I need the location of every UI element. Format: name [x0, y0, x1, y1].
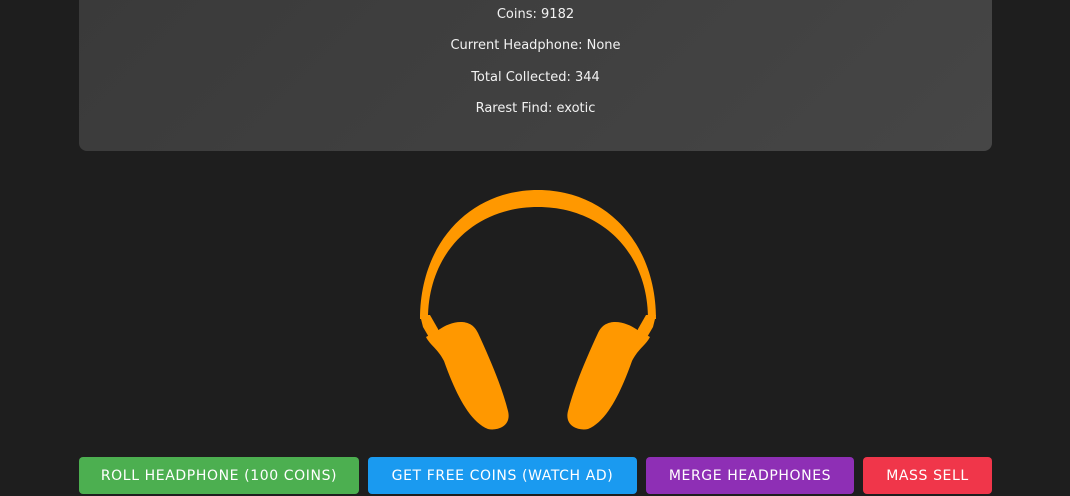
total-collected-stat: Total Collected: 344: [471, 70, 600, 85]
stats-panel: Coins: 9182 Current Headphone: None Tota…: [79, 0, 992, 151]
merge-headphones-button[interactable]: MERGE HEADPHONES: [646, 457, 854, 494]
rarest-find-stat: Rarest Find: exotic: [475, 101, 596, 116]
coins-stat: Coins: 9182: [496, 7, 575, 22]
current-headphone-stat: Current Headphone: None: [450, 38, 621, 53]
headphones-icon: [418, 189, 658, 431]
roll-headphone-button[interactable]: ROLL HEADPHONE (100 COINS): [79, 457, 359, 494]
mass-sell-button[interactable]: MASS SELL: [863, 457, 992, 494]
free-coins-button[interactable]: GET FREE COINS (WATCH AD): [368, 457, 637, 494]
